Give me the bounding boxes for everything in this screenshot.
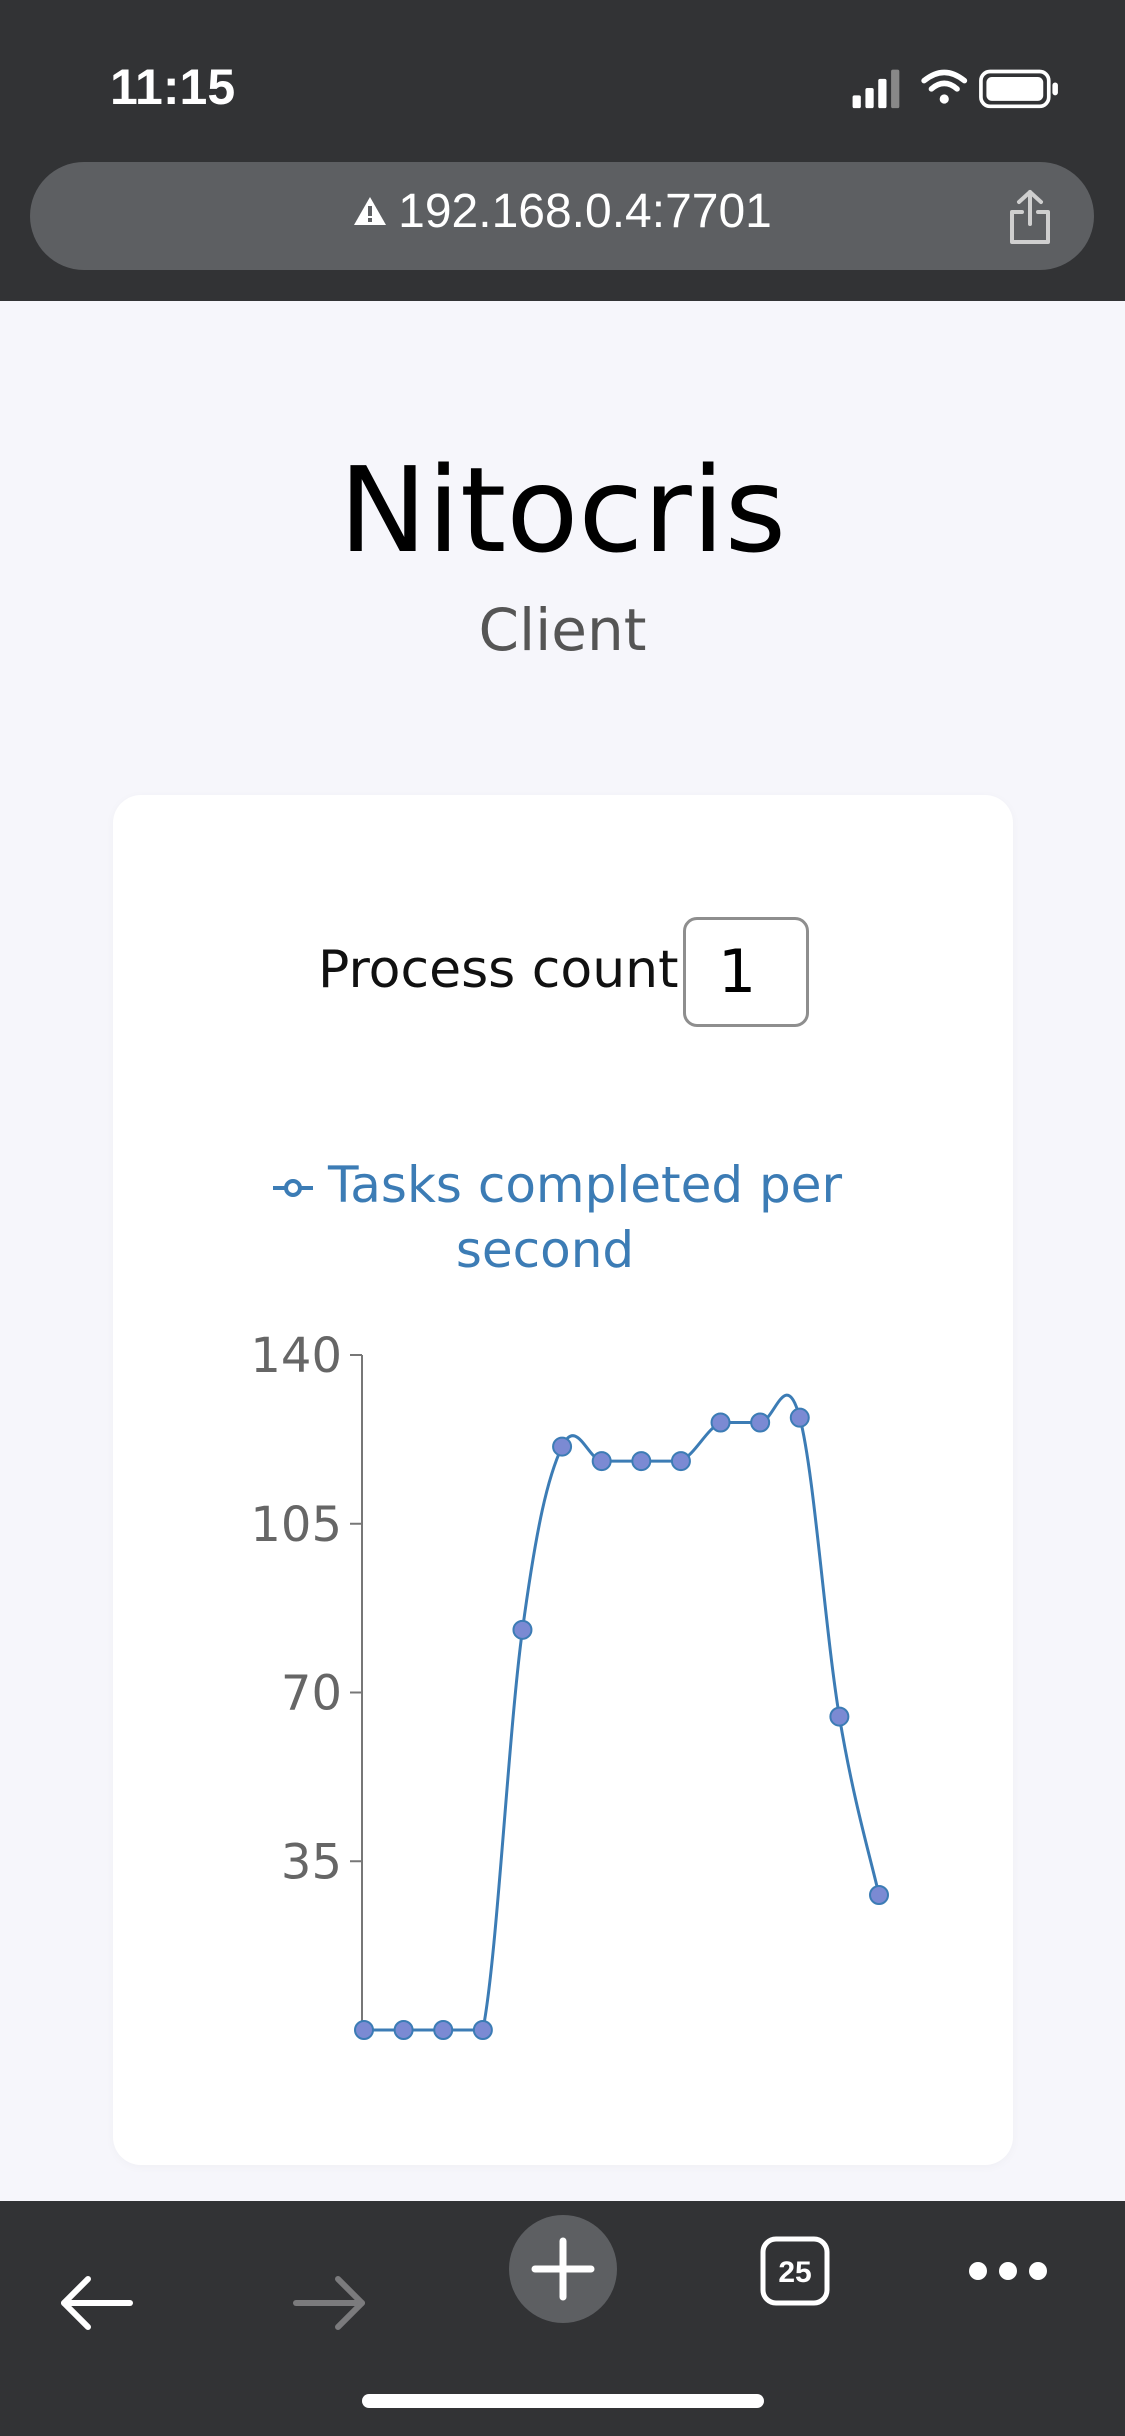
- tabs-icon: 25: [760, 2236, 830, 2306]
- tasks-chart: Tasks completed per second 140 105 70 35: [250, 1156, 889, 2040]
- share-icon[interactable]: [1006, 188, 1054, 246]
- series-tasks: [354, 1393, 889, 2040]
- y-axis: 140 105 70 35: [250, 1328, 363, 2030]
- data-point: [829, 1706, 850, 1727]
- data-point: [354, 2020, 374, 2040]
- address-bar[interactable]: 192.168.0.4:7701: [30, 162, 1094, 270]
- y-tick-label: 105: [250, 1497, 342, 1553]
- data-point: [433, 2020, 454, 2040]
- back-arrow-icon[interactable]: [58, 2273, 136, 2333]
- legend-label-line1: Tasks completed per: [327, 1156, 843, 1214]
- home-indicator: [362, 2394, 764, 2408]
- data-point: [631, 1451, 652, 1472]
- browser-top-bar: 11:15 192.168.0.4:7701: [0, 0, 1125, 301]
- y-tick-label: 70: [281, 1666, 342, 1722]
- data-point: [472, 2020, 493, 2040]
- status-icons: [852, 69, 1058, 109]
- tabs-button[interactable]: 25: [759, 2235, 831, 2307]
- data-point: [869, 1885, 889, 1905]
- legend-label-line2: second: [456, 1221, 634, 1279]
- forward-arrow-icon[interactable]: [290, 2273, 368, 2333]
- data-point: [789, 1407, 810, 1428]
- new-tab-plus-icon[interactable]: [508, 2214, 618, 2324]
- data-point: [710, 1412, 731, 1433]
- data-point: [750, 1412, 771, 1433]
- chart-legend: Tasks completed per second: [273, 1156, 843, 1279]
- series-line: [363, 1393, 881, 2032]
- data-point: [591, 1451, 612, 1472]
- wifi-icon: [921, 69, 968, 104]
- y-tick-label: 35: [281, 1834, 342, 1890]
- app-title: Nitocris: [338, 441, 787, 579]
- data-point: [393, 2020, 414, 2040]
- battery-icon: [979, 69, 1058, 109]
- status-time: 11:15: [110, 59, 236, 115]
- data-point: [552, 1436, 573, 1457]
- url-text: 192.168.0.4:7701: [398, 185, 772, 238]
- signal-icon: [852, 69, 900, 109]
- more-options-icon[interactable]: [968, 2259, 1048, 2283]
- data-point: [670, 1451, 691, 1472]
- data-point: [512, 1619, 533, 1640]
- warning-icon: [354, 197, 387, 226]
- legend-marker-icon: [284, 1179, 302, 1197]
- app-subtitle: Client: [478, 596, 647, 664]
- y-tick-label: 140: [250, 1328, 342, 1384]
- page-content: Nitocris Client Process count Tasks comp…: [0, 301, 1125, 2201]
- tab-count: 25: [778, 2256, 811, 2289]
- client-card: Process count Tasks completed per second…: [113, 795, 1013, 2165]
